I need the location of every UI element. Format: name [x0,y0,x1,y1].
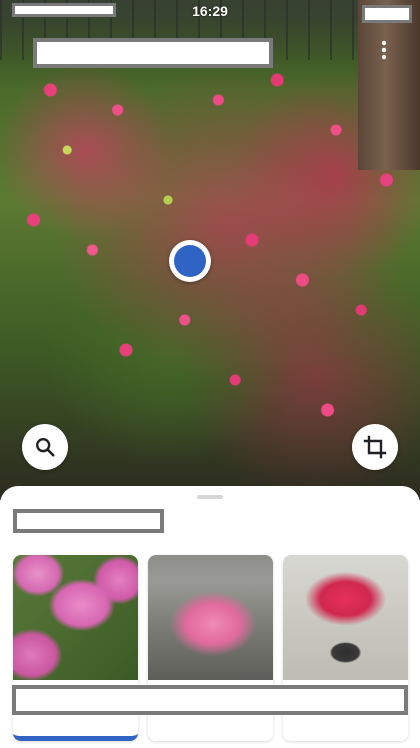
result-image-pink-flower-bush [148,555,273,680]
crop-button[interactable] [352,424,398,470]
result-image-azalea-closeup [13,555,138,680]
flower-blossoms [0,0,420,500]
camera-viewfinder[interactable] [0,0,420,500]
sheet-title-redaction [13,509,164,533]
focus-point-dot [174,245,206,277]
tree-trunk [358,0,420,170]
crop-icon [363,435,387,459]
status-right-redaction [362,5,412,23]
more-options-button[interactable] [370,36,398,64]
more-vertical-icon [381,40,387,60]
result-caption-redaction [12,685,408,715]
status-time: 16:29 [192,3,228,19]
result-image-potted-red-azalea [283,555,408,680]
top-title-redaction [33,38,273,68]
focus-point-button[interactable] [169,240,211,282]
search-button[interactable] [22,424,68,470]
sheet-drag-handle[interactable] [197,495,223,499]
status-left-redaction [12,3,116,17]
status-bar: 16:29 [0,0,420,24]
search-icon [36,438,55,457]
